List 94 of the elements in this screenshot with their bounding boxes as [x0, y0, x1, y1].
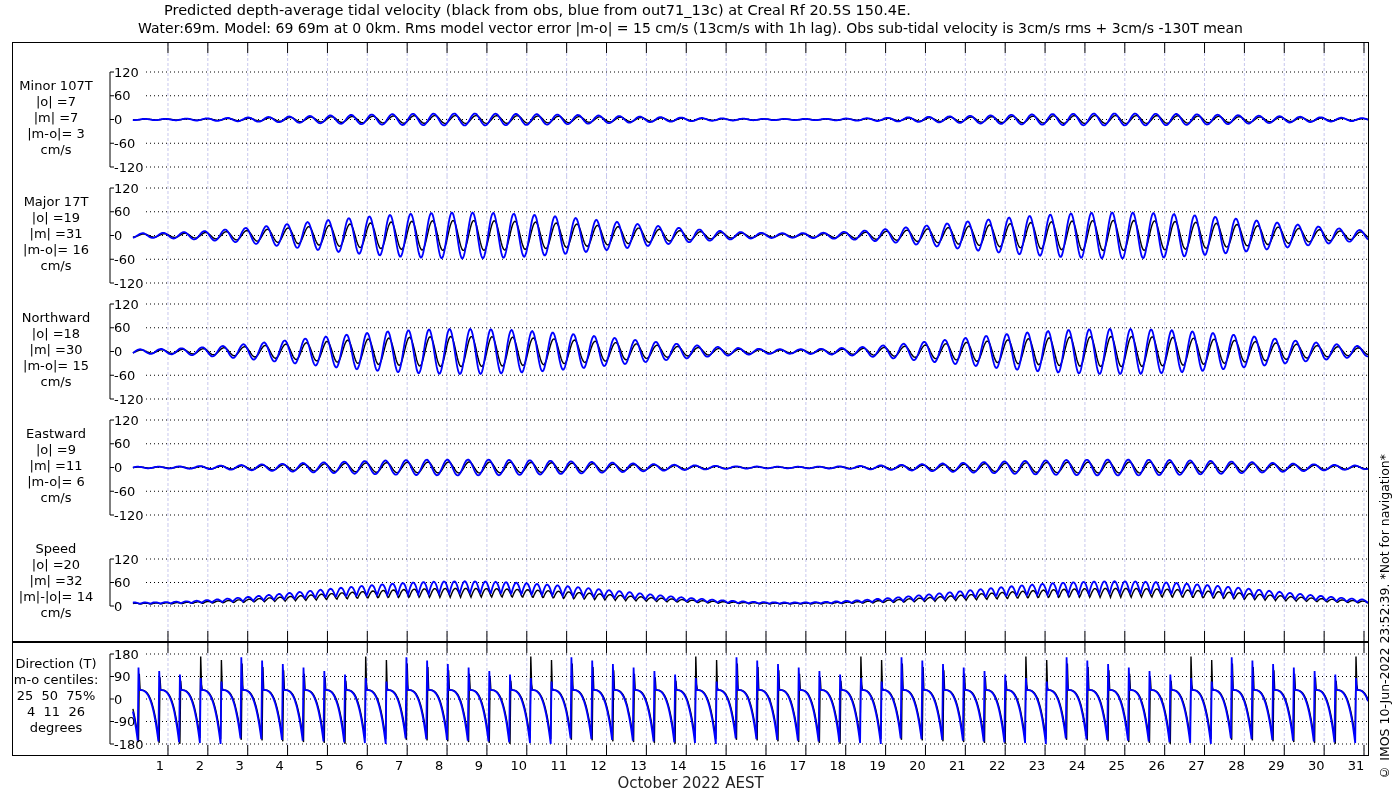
- axis-tick-label: 29: [1268, 758, 1285, 773]
- panel-label: m-o centiles:: [13, 672, 99, 688]
- axis-tick-label: 31: [1347, 758, 1365, 773]
- axis-tick-label: 30: [1307, 758, 1325, 773]
- panel-label: 4 11 26: [27, 704, 85, 720]
- chart-subtitle: Water:69m. Model: 69 69m at 0 0km. Rms model vector error |m-o| = 15 cm/s (13cm/s with 1h lag). Obs sub-tidal velocity is 3cm/s rms + 3cm/s -130T mean: [137, 19, 1244, 37]
- panel-label: Direction (T): [15, 656, 97, 672]
- panel-label: Northward: [21, 310, 91, 326]
- chart-title: Predicted depth-average tidal velocity (black from obs, blue from out71_13c) at Creal Rf 20.5S 150.4E.: [164, 1, 912, 19]
- axis-title: October 2022 AEST: [617, 774, 764, 792]
- axis-tick-label: -60: [114, 483, 136, 499]
- axis-tick-label: 0: [114, 344, 123, 359]
- axis-tick-label: 26: [1148, 758, 1165, 773]
- axis-tick-label: -90: [114, 714, 136, 729]
- panel-label: cm/s: [40, 374, 72, 390]
- axis-tick-label: 60: [114, 575, 131, 590]
- axis-tick-label: 18: [829, 758, 847, 773]
- axis-tick-label: 13: [630, 758, 647, 773]
- panel-label: |m-o|= 6: [27, 474, 85, 490]
- axis-tick-label: 3: [235, 758, 244, 773]
- axis-tick-label: -180: [114, 736, 144, 752]
- axis-tick-label: 22: [988, 758, 1006, 773]
- y-axis: [109, 558, 115, 607]
- axis-tick-label: 8: [434, 758, 444, 773]
- axis-tick-label: -60: [114, 367, 136, 383]
- axis-tick-label: 11: [550, 758, 567, 773]
- panel-label: |o| =19: [31, 210, 81, 226]
- axis-tick-label: -60: [114, 251, 136, 267]
- axis-tick-label: 180: [114, 646, 139, 662]
- panel-label: |m| =32: [29, 573, 83, 589]
- panel-label: |m| =30: [29, 342, 83, 358]
- panel-label: Eastward: [26, 426, 86, 442]
- axis-tick-label: 60: [114, 436, 131, 452]
- axis-tick-label: -120: [114, 275, 144, 291]
- axis-tick-label: 16: [749, 758, 767, 773]
- panel-label: |o| =20: [31, 557, 81, 573]
- panel-label: |m-o|= 3: [27, 126, 85, 142]
- axis-tick-label: 120: [114, 296, 139, 312]
- panel-label: cm/s: [40, 605, 72, 621]
- panel-label: Minor 107T: [19, 78, 93, 94]
- axis-tick-label: 17: [789, 758, 807, 773]
- axis-tick-label: 27: [1188, 758, 1205, 773]
- panel-label: cm/s: [40, 142, 72, 158]
- axis-tick-label: -120: [114, 159, 144, 175]
- panel-label: |o| =9: [36, 442, 76, 458]
- axis-tick-label: 15: [709, 758, 727, 773]
- panel-label: 25 50 75%: [16, 688, 96, 704]
- axis-tick-label: 0: [114, 228, 123, 243]
- axis-tick-label: -60: [114, 135, 136, 151]
- panel-label: |m| =11: [29, 458, 83, 474]
- axis-tick-label: 10: [510, 758, 528, 773]
- panel-label: |o| =18: [31, 326, 81, 342]
- axis-tick-label: 0: [114, 112, 123, 127]
- axis-tick-label: 60: [114, 204, 131, 220]
- axis-tick-label: 23: [1028, 758, 1046, 773]
- axis-tick-label: 60: [114, 88, 131, 104]
- axis-tick-label: 24: [1068, 758, 1086, 773]
- axis-tick-label: 120: [114, 180, 139, 196]
- panel-label: |o| =7: [36, 94, 76, 110]
- axis-tick-label: -120: [114, 391, 144, 407]
- axis-tick-label: 28: [1228, 758, 1245, 773]
- axis-tick-label: 0: [114, 598, 123, 614]
- panel-label: |m| =31: [29, 226, 83, 242]
- axis-tick-label: 2: [195, 758, 204, 773]
- axis-tick-label: 5: [315, 758, 324, 773]
- panel-label: cm/s: [40, 490, 72, 506]
- panel-label: |m-o|= 16: [23, 242, 89, 258]
- axis-tick-label: 19: [869, 758, 886, 773]
- axis-tick-label: 60: [114, 320, 131, 336]
- axis-tick-label: 120: [114, 64, 139, 80]
- axis-tick-label: 9: [474, 758, 484, 773]
- panel-label: |m|-|o|= 14: [18, 589, 94, 605]
- axis-tick-label: 7: [395, 758, 404, 773]
- axis-tick-label: 6: [355, 758, 364, 773]
- axis-tick-label: 25: [1108, 758, 1126, 773]
- axis-tick-label: 21: [949, 758, 966, 773]
- axis-tick-label: 90: [114, 669, 131, 684]
- axis-tick-label: 1: [155, 758, 165, 773]
- axis-tick-label: 12: [590, 758, 607, 773]
- axis-tick-label: 120: [114, 412, 139, 428]
- axis-tick-label: 20: [909, 758, 926, 773]
- panel-label: degrees: [29, 720, 83, 736]
- panel-label: Major 17T: [23, 194, 89, 210]
- panel-label: Speed: [35, 541, 77, 557]
- axis-tick-label: 0: [114, 460, 123, 475]
- axis-tick-label: -120: [114, 507, 144, 523]
- axis-tick-label: 0: [114, 691, 123, 707]
- panel-label: |m| =7: [33, 110, 79, 126]
- copyright-note: © IMOS 10-Jun-2022 23:52:39. *Not for navigation*: [1377, 454, 1392, 780]
- panel-label: cm/s: [40, 258, 72, 274]
- axis-tick-label: 4: [275, 758, 284, 773]
- panel-label: |m-o|= 15: [23, 358, 89, 374]
- axis-tick-label: 120: [114, 551, 139, 567]
- axis-tick-label: 14: [670, 758, 687, 773]
